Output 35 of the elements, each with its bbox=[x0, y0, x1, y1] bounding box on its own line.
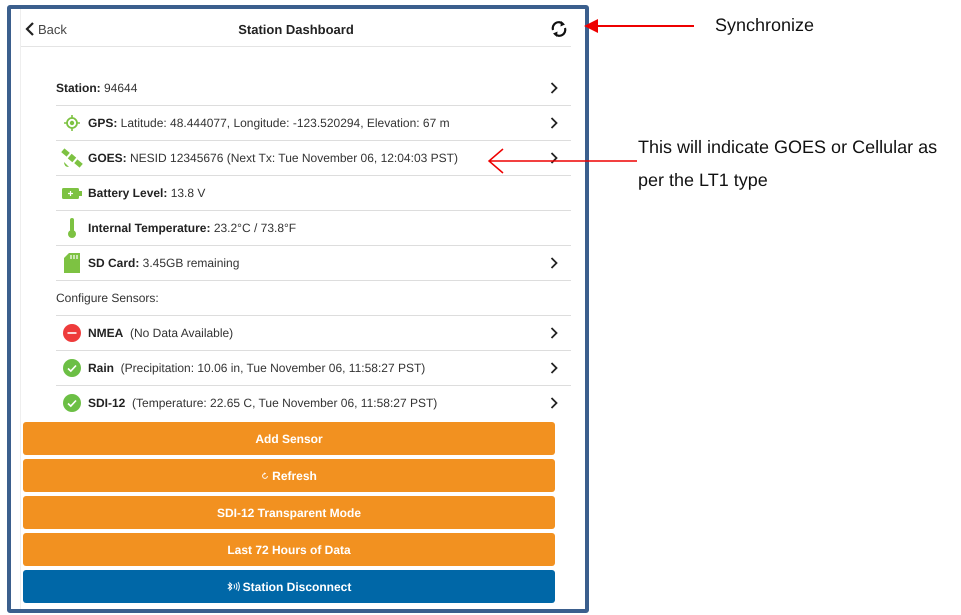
bluetooth-icon bbox=[226, 581, 240, 592]
chevron-icon[interactable] bbox=[550, 327, 558, 339]
back-button[interactable]: Back bbox=[21, 21, 67, 37]
sensor-text: Rain (Precipitation: 10.06 in, Tue November 06, 11:58:27 PST) bbox=[88, 361, 426, 375]
info-text: GOES: NESID 12345676 (Next Tx: Tue November 06, 12:04:03 PST) bbox=[88, 151, 458, 165]
chevron-left-icon bbox=[25, 21, 35, 37]
chevron-icon[interactable] bbox=[550, 82, 558, 94]
action-button[interactable]: Refresh bbox=[23, 459, 555, 492]
action-button[interactable]: Last 72 Hours of Data bbox=[23, 533, 555, 566]
chevron-icon[interactable] bbox=[550, 397, 558, 409]
satellite-icon bbox=[60, 147, 82, 169]
battery-icon bbox=[62, 188, 82, 198]
info-text: GPS: Latitude: 48.444077, Longitude: -123.520294, Elevation: 67 m bbox=[88, 116, 450, 130]
sensor-text: SDI-12 (Temperature: 22.65 C, Tue November 06, 11:58:27 PST) bbox=[88, 396, 438, 410]
thermometer-icon bbox=[66, 218, 76, 238]
action-button[interactable]: Station Disconnect bbox=[23, 570, 555, 603]
annotation-text: Synchronize bbox=[715, 15, 814, 36]
sd-card-icon bbox=[64, 253, 80, 273]
refresh-icon bbox=[261, 472, 270, 480]
chevron-icon[interactable] bbox=[550, 257, 558, 269]
chevron-icon[interactable] bbox=[550, 362, 558, 374]
sensor-text: NMEA (No Data Available) bbox=[88, 326, 234, 340]
info-text: Internal Temperature: 23.2°C / 73.8°F bbox=[88, 221, 296, 235]
action-button[interactable]: Add Sensor bbox=[23, 422, 555, 455]
action-button[interactable]: SDI-12 Transparent Mode bbox=[23, 496, 555, 529]
info-text: Station: 94644 bbox=[56, 81, 138, 95]
target-icon bbox=[64, 115, 80, 131]
chevron-icon[interactable] bbox=[550, 152, 558, 164]
sync-icon[interactable] bbox=[549, 19, 569, 39]
annotation-text: This will indicate GOES or Cellular as per the LT1 type bbox=[638, 136, 938, 192]
info-text: Battery Level: 13.8 V bbox=[88, 186, 206, 200]
chevron-icon[interactable] bbox=[550, 117, 558, 129]
info-text: SD Card: 3.45GB remaining bbox=[88, 256, 240, 270]
section-heading: Configure Sensors: bbox=[56, 291, 159, 305]
screen-title: Station Dashboard bbox=[238, 22, 354, 36]
